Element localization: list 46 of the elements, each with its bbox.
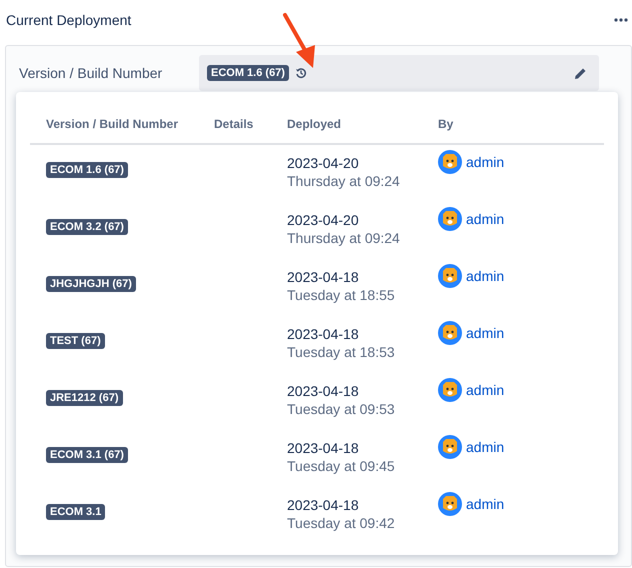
avatar-icon: [438, 378, 462, 402]
deploy-time: Thursday at 09:24: [287, 229, 401, 247]
column-header: By: [438, 117, 454, 131]
user-link[interactable]: admin: [466, 268, 504, 284]
deploy-date: 2023-04-20: [287, 211, 360, 229]
version-lozenge: ECOM 3.1 (67): [46, 447, 128, 463]
version-lozenge: TEST (67): [46, 333, 105, 349]
column-header: Details: [214, 117, 254, 131]
version-lozenge: ECOM 3.1: [46, 504, 106, 520]
deploy-time: Tuesday at 09:45: [287, 457, 396, 475]
deploy-time: Tuesday at 18:55: [287, 286, 396, 304]
deploy-date: 2023-04-18: [287, 496, 360, 514]
user-link[interactable]: admin: [466, 325, 504, 341]
section-title: Current Deployment: [6, 12, 132, 28]
user-link[interactable]: admin: [466, 154, 504, 170]
edit-icon[interactable]: [574, 66, 587, 80]
version-lozenge: ECOM 1.6 (67): [207, 65, 289, 81]
version-field[interactable]: ECOM 1.6 (67): [199, 55, 599, 91]
deploy-date: 2023-04-18: [287, 382, 360, 400]
avatar-icon: [438, 435, 462, 459]
deploy-date: 2023-04-20: [287, 154, 360, 172]
deploy-time: Thursday at 09:24: [287, 172, 401, 190]
version-lozenge: ECOM 3.2 (67): [46, 219, 128, 235]
column-header: Deployed: [287, 117, 342, 131]
avatar-icon: [438, 150, 462, 174]
version-lozenge: JRE1212 (67): [46, 390, 122, 406]
user-link[interactable]: admin: [466, 211, 504, 227]
avatar-icon: [438, 264, 462, 288]
deploy-date: 2023-04-18: [287, 439, 360, 457]
deploy-time: Tuesday at 18:53: [287, 343, 396, 361]
deploy-date: 2023-04-18: [287, 268, 360, 286]
avatar-icon: [438, 492, 462, 516]
user-link[interactable]: admin: [466, 382, 504, 398]
version-lozenge: JHGJHGJH (67): [46, 276, 136, 292]
deploy-date: 2023-04-18: [287, 325, 360, 343]
user-link[interactable]: admin: [466, 439, 504, 455]
history-icon[interactable]: [294, 67, 307, 79]
column-header: Version / Build Number: [46, 117, 180, 131]
field-label: Version / Build Number: [19, 65, 164, 81]
version-lozenge: ECOM 1.6 (67): [46, 162, 128, 178]
more-icon[interactable]: [614, 18, 628, 22]
avatar-icon: [438, 321, 462, 345]
avatar-icon: [438, 207, 462, 231]
deploy-time: Tuesday at 09:53: [287, 400, 396, 418]
user-link[interactable]: admin: [466, 496, 504, 512]
deploy-time: Tuesday at 09:42: [287, 514, 396, 532]
